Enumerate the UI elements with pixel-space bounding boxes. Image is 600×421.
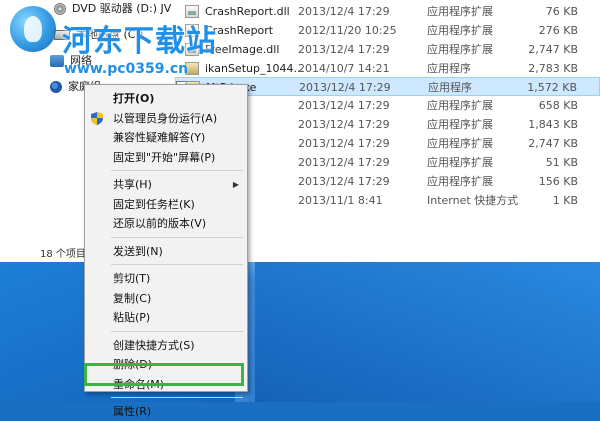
file-size: 156 KB [538,175,578,188]
site-watermark: 河东下载站 www.pc0359.cn [8,6,238,86]
file-size: 1,843 KB [528,118,578,131]
menu-item-label: 发送到(N) [113,244,163,258]
menu-item[interactable]: 粘贴(P) [85,308,247,327]
file-date: 2013/12/4 17:29 [298,156,390,169]
menu-item-label: 粘贴(P) [113,311,151,324]
menu-item-label: 固定到任务栏(K) [113,197,195,211]
menu-separator [111,397,243,398]
file-row[interactable]: CrashReport 2012/11/20 10:25 应用程序扩展 276 KB [175,21,600,40]
file-type: 应用程序 [428,81,472,94]
file-type: 应用程序扩展 [427,175,493,188]
file-date: 2012/11/20 10:25 [298,24,397,37]
file-row[interactable]: ikanSetup_1044... 2014/10/7 14:21 应用程序 2,78… [175,59,600,78]
file-type: 应用程序扩展 [427,118,493,131]
menu-item-label: 属性(R) [113,405,152,418]
file-size: 2,783 KB [528,62,578,75]
file-date: 2013/11/1 8:41 [298,194,383,207]
watermark-logo-icon [10,6,56,52]
menu-separator [111,236,243,238]
file-type: 应用程序扩展 [427,99,493,112]
file-date: 2014/10/7 14:21 [298,62,390,75]
file-type: Internet 快捷方式 [427,194,519,207]
watermark-title: 河东下载站 [62,24,217,59]
menu-item[interactable]: 共享(H) ▶ [85,175,247,194]
file-size: 2,747 KB [528,137,578,150]
properties-highlight-box [84,363,244,386]
menu-separator [111,170,243,171]
file-size: 2,747 KB [528,43,578,56]
menu-item[interactable]: 创建快捷方式(S) [85,336,247,355]
file-type: 应用程序扩展 [427,5,493,18]
submenu-arrow-icon: ▶ [232,180,239,189]
file-date: 2013/12/4 17:29 [298,99,390,112]
menu-item[interactable]: 固定到任务栏(K) [85,195,247,214]
menu-item-label: 固定到"开始"屏幕(P) [113,150,216,164]
file-row[interactable]: CrashReport.dll 2013/12/4 17:29 应用程序扩展 76 K… [175,2,600,21]
menu-item-label: 剪切(T) [113,272,151,285]
menu-item[interactable]: 剪切(T) [85,269,247,288]
file-type: 应用程序扩展 [427,137,493,150]
menu-item[interactable]: 打开(O) [85,89,247,108]
file-size: 1 KB [552,194,578,207]
file-type: 应用程序 [427,62,471,75]
file-type: 应用程序扩展 [427,43,493,56]
menu-item[interactable]: 还原以前的版本(V) [85,214,247,233]
file-date: 2013/12/4 17:29 [298,5,390,18]
status-item-count: 18 个项目 [40,249,86,260]
file-row[interactable]: FreeImage.dll 2013/12/4 17:29 应用程序扩展 2,747 … [175,40,600,59]
uac-shield-icon [91,111,103,125]
watermark-url: www.pc0359.cn [64,61,189,77]
menu-item[interactable]: 复制(C) [85,289,247,308]
menu-item-label: 复制(C) [113,291,152,305]
menu-item[interactable]: 兼容性疑难解答(Y) [85,128,247,147]
menu-item[interactable]: 以管理员身份运行(A) [85,109,247,128]
file-type: 应用程序扩展 [427,24,493,37]
menu-separator [111,330,243,332]
file-size: 276 KB [538,24,578,37]
context-menu: 打开(O) 以管理员身份运行(A) 兼容性疑难解答(Y) 固定到"开始"屏幕(P) 共享… [84,84,248,418]
file-date: 2013/12/4 17:29 [298,137,390,150]
desktop-pane [255,258,600,402]
menu-item-label: 兼容性疑难解答(Y) [113,131,206,144]
menu-item-label: 以管理员身份运行(A) [113,111,218,125]
file-date: 2013/12/4 17:29 [299,81,391,94]
menu-separator [111,264,243,265]
menu-item-label: 打开(O) [113,92,155,105]
file-size: 76 KB [545,5,578,18]
menu-item-label: 共享(H) [113,178,152,191]
menu-item-label: 创建快捷方式(S) [113,338,195,352]
file-type: 应用程序扩展 [427,156,493,169]
menu-item[interactable]: 属性(R) [85,402,247,421]
file-date: 2013/12/4 17:29 [298,118,390,131]
file-date: 2013/12/4 17:29 [298,175,390,188]
menu-item[interactable]: 固定到"开始"屏幕(P) [85,148,247,167]
file-size: 658 KB [538,99,578,112]
menu-item-label: 还原以前的版本(V) [113,217,207,230]
file-size: 1,572 KB [527,81,577,94]
file-size: 51 KB [545,156,578,169]
file-date: 2013/12/4 17:29 [298,43,390,56]
menu-item[interactable]: 发送到(N) [85,242,247,261]
